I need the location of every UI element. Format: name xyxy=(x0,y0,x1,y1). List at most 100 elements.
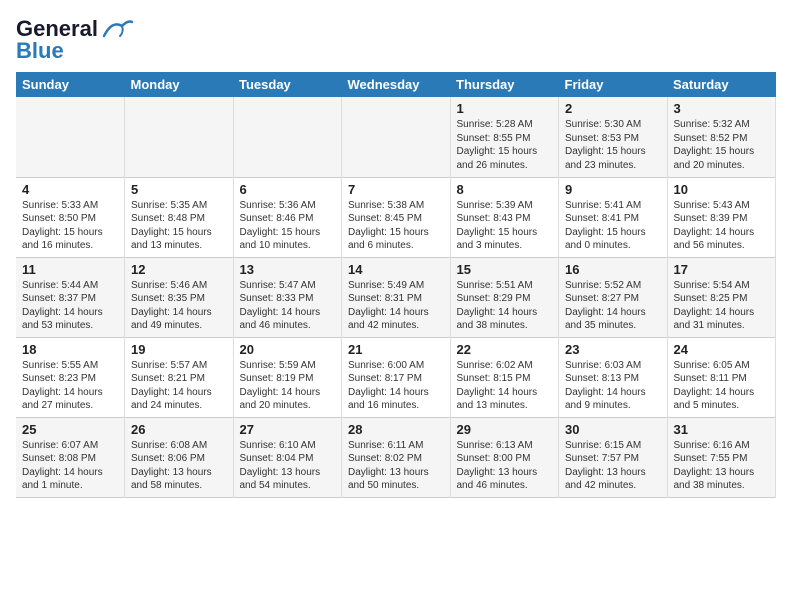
calendar-cell xyxy=(125,97,234,177)
calendar-cell: 24Sunrise: 6:05 AM Sunset: 8:11 PM Dayli… xyxy=(667,337,776,417)
cell-info: Sunrise: 5:36 AM Sunset: 8:46 PM Dayligh… xyxy=(240,199,336,253)
calendar-cell: 29 Sunrise: 6:13 AM Sunset: 8:00 PM Dayli… xyxy=(450,417,559,497)
calendar-header-row: SundayMondayTuesdayWednesdayThursdayFrid… xyxy=(16,72,776,97)
calendar-cell: 18 Sunrise: 5:55 AM Sunset: 8:23 PM Dayli… xyxy=(16,337,125,417)
cell-info: Sunrise: 6:00 AM Sunset: 8:17 PM Dayligh… xyxy=(348,359,444,413)
logo: General Blue xyxy=(16,16,134,64)
calendar-week-row: 4Sunrise: 5:33 AM Sunset: 8:50 PM Daylig… xyxy=(16,177,776,257)
calendar-cell: 30 Sunrise: 6:15 AM Sunset: 7:57 PM Dayli… xyxy=(559,417,668,497)
cell-info: Sunrise: 6:02 AM Sunset: 8:15 PM Dayligh… xyxy=(457,359,553,413)
header-friday: Friday xyxy=(559,72,668,97)
header-wednesday: Wednesday xyxy=(342,72,451,97)
day-number: 16 xyxy=(565,262,661,277)
day-number: 30 xyxy=(565,422,661,437)
logo-bird-icon xyxy=(102,18,134,40)
cell-info: Sunrise: 5:54 AM Sunset: 8:25 PM Dayligh… xyxy=(674,279,770,333)
calendar-cell: 5 Sunrise: 5:35 AM Sunset: 8:48 PM Daylig… xyxy=(125,177,234,257)
calendar-cell: 15 Sunrise: 5:51 AM Sunset: 8:29 PM Dayli… xyxy=(450,257,559,337)
cell-info: Sunrise: 5:35 AM Sunset: 8:48 PM Dayligh… xyxy=(131,199,227,253)
day-number: 4 xyxy=(22,182,118,197)
calendar-cell: 19 Sunrise: 5:57 AM Sunset: 8:21 PM Dayli… xyxy=(125,337,234,417)
header-tuesday: Tuesday xyxy=(233,72,342,97)
calendar-week-row: 1 Sunrise: 5:28 AM Sunset: 8:55 PM Daylig… xyxy=(16,97,776,177)
day-number: 2 xyxy=(565,101,661,116)
day-number: 10 xyxy=(674,182,770,197)
day-number: 17 xyxy=(674,262,770,277)
cell-info: Sunrise: 6:16 AM Sunset: 7:55 PM Dayligh… xyxy=(674,439,770,493)
cell-info: Sunrise: 6:03 AM Sunset: 8:13 PM Dayligh… xyxy=(565,359,661,413)
cell-info: Sunrise: 5:52 AM Sunset: 8:27 PM Dayligh… xyxy=(565,279,661,333)
day-number: 28 xyxy=(348,422,444,437)
calendar-cell: 1 Sunrise: 5:28 AM Sunset: 8:55 PM Daylig… xyxy=(450,97,559,177)
cell-info: Sunrise: 5:46 AM Sunset: 8:35 PM Dayligh… xyxy=(131,279,227,333)
cell-info: Sunrise: 6:15 AM Sunset: 7:57 PM Dayligh… xyxy=(565,439,661,493)
cell-info: Sunrise: 5:55 AM Sunset: 8:23 PM Dayligh… xyxy=(22,359,118,413)
calendar-cell: 22Sunrise: 6:02 AM Sunset: 8:15 PM Dayli… xyxy=(450,337,559,417)
cell-info: Sunrise: 5:44 AM Sunset: 8:37 PM Dayligh… xyxy=(22,279,118,333)
day-number: 21 xyxy=(348,342,444,357)
day-number: 19 xyxy=(131,342,227,357)
cell-info: Sunrise: 5:43 AM Sunset: 8:39 PM Dayligh… xyxy=(674,199,770,253)
calendar-cell: 8 Sunrise: 5:39 AM Sunset: 8:43 PM Daylig… xyxy=(450,177,559,257)
calendar-cell: 20Sunrise: 5:59 AM Sunset: 8:19 PM Dayli… xyxy=(233,337,342,417)
day-number: 31 xyxy=(674,422,770,437)
calendar-cell xyxy=(342,97,451,177)
day-number: 8 xyxy=(457,182,553,197)
calendar-cell: 17 Sunrise: 5:54 AM Sunset: 8:25 PM Dayli… xyxy=(667,257,776,337)
day-number: 18 xyxy=(22,342,118,357)
calendar-cell: 28 Sunrise: 6:11 AM Sunset: 8:02 PM Dayli… xyxy=(342,417,451,497)
calendar-cell: 9 Sunrise: 5:41 AM Sunset: 8:41 PM Daylig… xyxy=(559,177,668,257)
day-number: 15 xyxy=(457,262,553,277)
calendar-cell: 16 Sunrise: 5:52 AM Sunset: 8:27 PM Dayli… xyxy=(559,257,668,337)
calendar-cell: 7 Sunrise: 5:38 AM Sunset: 8:45 PM Daylig… xyxy=(342,177,451,257)
calendar-week-row: 18 Sunrise: 5:55 AM Sunset: 8:23 PM Dayli… xyxy=(16,337,776,417)
cell-info: Sunrise: 5:57 AM Sunset: 8:21 PM Dayligh… xyxy=(131,359,227,413)
calendar-cell: 2 Sunrise: 5:30 AM Sunset: 8:53 PM Daylig… xyxy=(559,97,668,177)
day-number: 29 xyxy=(457,422,553,437)
logo-blue: Blue xyxy=(16,38,64,64)
cell-info: Sunrise: 5:39 AM Sunset: 8:43 PM Dayligh… xyxy=(457,199,553,253)
calendar-cell: 31 Sunrise: 6:16 AM Sunset: 7:55 PM Dayli… xyxy=(667,417,776,497)
header-thursday: Thursday xyxy=(450,72,559,97)
calendar-cell: 6 Sunrise: 5:36 AM Sunset: 8:46 PM Daylig… xyxy=(233,177,342,257)
day-number: 27 xyxy=(240,422,336,437)
calendar-cell: 23 Sunrise: 6:03 AM Sunset: 8:13 PM Dayli… xyxy=(559,337,668,417)
day-number: 12 xyxy=(131,262,227,277)
calendar-cell xyxy=(16,97,125,177)
cell-info: Sunrise: 5:38 AM Sunset: 8:45 PM Dayligh… xyxy=(348,199,444,253)
cell-info: Sunrise: 5:51 AM Sunset: 8:29 PM Dayligh… xyxy=(457,279,553,333)
cell-info: Sunrise: 5:30 AM Sunset: 8:53 PM Dayligh… xyxy=(565,118,661,172)
calendar-cell: 10 Sunrise: 5:43 AM Sunset: 8:39 PM Dayli… xyxy=(667,177,776,257)
calendar-table: SundayMondayTuesdayWednesdayThursdayFrid… xyxy=(16,72,776,498)
page-header: General Blue xyxy=(16,16,776,64)
calendar-cell: 27 Sunrise: 6:10 AM Sunset: 8:04 PM Dayli… xyxy=(233,417,342,497)
cell-info: Sunrise: 5:49 AM Sunset: 8:31 PM Dayligh… xyxy=(348,279,444,333)
calendar-cell: 11 Sunrise: 5:44 AM Sunset: 8:37 PM Dayli… xyxy=(16,257,125,337)
day-number: 6 xyxy=(240,182,336,197)
cell-info: Sunrise: 5:41 AM Sunset: 8:41 PM Dayligh… xyxy=(565,199,661,253)
day-number: 1 xyxy=(457,101,553,116)
day-number: 23 xyxy=(565,342,661,357)
calendar-cell: 12 Sunrise: 5:46 AM Sunset: 8:35 PM Dayli… xyxy=(125,257,234,337)
day-number: 3 xyxy=(674,101,770,116)
cell-info: Sunrise: 6:08 AM Sunset: 8:06 PM Dayligh… xyxy=(131,439,227,493)
calendar-cell: 14Sunrise: 5:49 AM Sunset: 8:31 PM Dayli… xyxy=(342,257,451,337)
day-number: 5 xyxy=(131,182,227,197)
calendar-week-row: 11 Sunrise: 5:44 AM Sunset: 8:37 PM Dayli… xyxy=(16,257,776,337)
calendar-cell: 26Sunrise: 6:08 AM Sunset: 8:06 PM Dayli… xyxy=(125,417,234,497)
day-number: 11 xyxy=(22,262,118,277)
cell-info: Sunrise: 6:07 AM Sunset: 8:08 PM Dayligh… xyxy=(22,439,118,493)
header-saturday: Saturday xyxy=(667,72,776,97)
day-number: 7 xyxy=(348,182,444,197)
cell-info: Sunrise: 5:32 AM Sunset: 8:52 PM Dayligh… xyxy=(674,118,770,172)
cell-info: Sunrise: 5:28 AM Sunset: 8:55 PM Dayligh… xyxy=(457,118,553,172)
cell-info: Sunrise: 6:10 AM Sunset: 8:04 PM Dayligh… xyxy=(240,439,336,493)
calendar-cell: 25 Sunrise: 6:07 AM Sunset: 8:08 PM Dayli… xyxy=(16,417,125,497)
day-number: 25 xyxy=(22,422,118,437)
day-number: 24 xyxy=(674,342,770,357)
calendar-cell: 13Sunrise: 5:47 AM Sunset: 8:33 PM Dayli… xyxy=(233,257,342,337)
cell-info: Sunrise: 6:13 AM Sunset: 8:00 PM Dayligh… xyxy=(457,439,553,493)
cell-info: Sunrise: 6:11 AM Sunset: 8:02 PM Dayligh… xyxy=(348,439,444,493)
day-number: 9 xyxy=(565,182,661,197)
calendar-cell: 4Sunrise: 5:33 AM Sunset: 8:50 PM Daylig… xyxy=(16,177,125,257)
